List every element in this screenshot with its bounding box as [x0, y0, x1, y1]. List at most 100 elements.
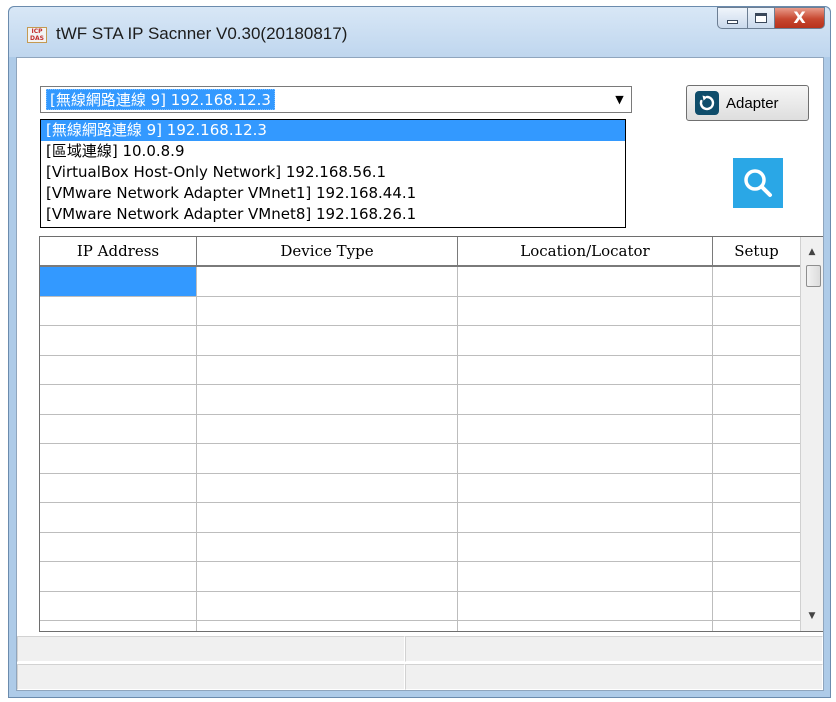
status-bar-bottom — [17, 664, 823, 690]
table-row[interactable] — [40, 414, 801, 444]
adapter-dropdown-list: [無線網路連線 9] 192.168.12.3 [區域連線] 10.0.8.9 … — [40, 119, 626, 228]
table-cell[interactable] — [713, 355, 801, 384]
table-row[interactable] — [40, 562, 801, 592]
table-cell[interactable] — [40, 621, 197, 631]
table-cell[interactable] — [458, 414, 713, 443]
table-row[interactable] — [40, 532, 801, 562]
table-cell[interactable] — [197, 503, 458, 532]
table-row[interactable] — [40, 591, 801, 621]
search-button[interactable] — [733, 158, 783, 208]
client-area: [無線網路連線 9] 192.168.12.3 ▼ S C [無線網路連線 9]… — [16, 57, 824, 691]
table-cell[interactable] — [458, 473, 713, 502]
table-row[interactable] — [40, 621, 801, 631]
table-cell[interactable] — [197, 562, 458, 591]
refresh-icon — [695, 91, 719, 115]
title-bar[interactable]: ICP DAS tWF STA IP Sacnner V0.30(2018081… — [9, 7, 830, 57]
table-cell[interactable] — [713, 621, 801, 631]
scroll-up-icon[interactable]: ▲ — [801, 241, 823, 263]
table-cell[interactable] — [197, 296, 458, 325]
table-row[interactable] — [40, 473, 801, 503]
table-cell[interactable] — [197, 591, 458, 620]
close-button[interactable]: X — [775, 7, 825, 29]
table-cell[interactable] — [40, 296, 197, 325]
table-row[interactable] — [40, 267, 801, 297]
table-cell[interactable] — [713, 444, 801, 473]
adapter-option[interactable]: [VMware Network Adapter VMnet1] 192.168.… — [41, 183, 625, 204]
table-cell[interactable] — [713, 503, 801, 532]
status-panel — [405, 664, 823, 690]
table-cell[interactable] — [458, 267, 713, 296]
table-cell[interactable] — [197, 267, 458, 296]
table-cell[interactable] — [713, 414, 801, 443]
table-cell[interactable] — [458, 326, 713, 355]
table-row[interactable] — [40, 296, 801, 326]
table-cell[interactable] — [458, 503, 713, 532]
table-cell[interactable] — [40, 267, 197, 296]
table-header: IP Address Device Type Location/Locator … — [40, 237, 801, 267]
app-window: ICP DAS tWF STA IP Sacnner V0.30(2018081… — [8, 6, 831, 698]
table-cell[interactable] — [40, 562, 197, 591]
adapter-option[interactable]: [VirtualBox Host-Only Network] 192.168.5… — [41, 162, 625, 183]
adapter-button-label: Adapter — [726, 94, 779, 112]
table-cell[interactable] — [713, 267, 801, 296]
table-cell[interactable] — [458, 355, 713, 384]
minimize-button[interactable] — [717, 7, 747, 29]
table-cell[interactable] — [458, 444, 713, 473]
table-row[interactable] — [40, 385, 801, 415]
table-cell[interactable] — [40, 591, 197, 620]
device-table: IP Address Device Type Location/Locator … — [39, 236, 823, 632]
column-header-device-type[interactable]: Device Type — [197, 237, 458, 265]
adapter-option[interactable]: [VMware Network Adapter VMnet8] 192.168.… — [41, 204, 625, 225]
column-header-ip-address[interactable]: IP Address — [40, 237, 197, 265]
status-panel — [17, 664, 406, 690]
table-cell[interactable] — [40, 355, 197, 384]
table-row[interactable] — [40, 326, 801, 356]
status-bar-top — [17, 636, 823, 666]
column-header-setup[interactable]: Setup — [713, 237, 801, 265]
adapter-option[interactable]: [區域連線] 10.0.8.9 — [41, 141, 625, 162]
table-cell[interactable] — [713, 385, 801, 414]
table-cell[interactable] — [713, 296, 801, 325]
adapter-button[interactable]: Adapter — [686, 85, 809, 121]
table-cell[interactable] — [40, 385, 197, 414]
table-cell[interactable] — [197, 355, 458, 384]
table-cell[interactable] — [40, 473, 197, 502]
table-row[interactable] — [40, 503, 801, 533]
table-cell[interactable] — [458, 385, 713, 414]
table-cell[interactable] — [40, 414, 197, 443]
scroll-thumb[interactable] — [806, 265, 821, 287]
status-panel — [405, 636, 823, 662]
adapter-select[interactable]: [無線網路連線 9] 192.168.12.3 ▼ — [40, 86, 632, 113]
table-cell[interactable] — [197, 532, 458, 561]
scroll-down-icon[interactable]: ▼ — [801, 605, 823, 627]
table-row[interactable] — [40, 355, 801, 385]
table-cell[interactable] — [40, 503, 197, 532]
table-cell[interactable] — [197, 444, 458, 473]
table-cell[interactable] — [40, 532, 197, 561]
close-icon: X — [793, 8, 806, 27]
table-cell[interactable] — [40, 326, 197, 355]
maximize-button[interactable] — [747, 7, 775, 29]
table-cell[interactable] — [197, 326, 458, 355]
table-cell[interactable] — [713, 562, 801, 591]
table-cell[interactable] — [458, 296, 713, 325]
adapter-option[interactable]: [無線網路連線 9] 192.168.12.3 — [41, 120, 625, 141]
table-cell[interactable] — [713, 532, 801, 561]
maximize-icon — [755, 13, 767, 23]
table-cell[interactable] — [458, 562, 713, 591]
table-cell[interactable] — [458, 621, 713, 631]
table-cell[interactable] — [458, 532, 713, 561]
chevron-down-icon[interactable]: ▼ — [609, 88, 630, 111]
table-cell[interactable] — [197, 473, 458, 502]
table-cell[interactable] — [40, 444, 197, 473]
table-cell[interactable] — [713, 473, 801, 502]
table-cell[interactable] — [713, 591, 801, 620]
table-cell[interactable] — [713, 326, 801, 355]
table-cell[interactable] — [197, 385, 458, 414]
table-cell[interactable] — [458, 591, 713, 620]
column-header-location[interactable]: Location/Locator — [458, 237, 713, 265]
table-row[interactable] — [40, 444, 801, 474]
table-cell[interactable] — [197, 621, 458, 631]
table-cell[interactable] — [197, 414, 458, 443]
table-vertical-scrollbar[interactable]: ▲ ▼ — [800, 237, 823, 631]
